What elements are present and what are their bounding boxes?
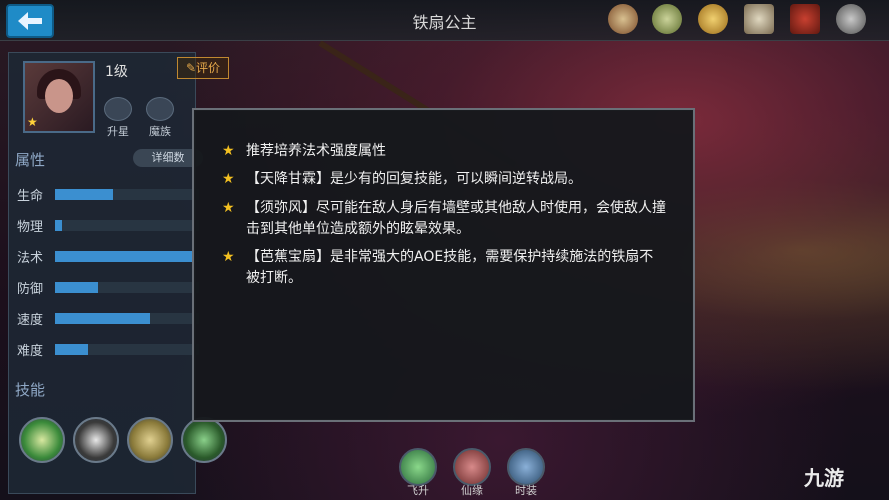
stat-track — [55, 251, 199, 262]
ascend-tab[interactable]: 飞升 — [398, 448, 438, 497]
stat-track — [55, 189, 199, 200]
edit-icon: ✎ — [185, 61, 197, 75]
star-up-icon — [104, 97, 132, 121]
hero-info-panel: ★ 1级 ✎评价 升星 魔族 属性 详细数 生命 物理 法术 防御 速度 难度 … — [8, 52, 229, 494]
fate-tab[interactable]: 仙缘 — [452, 448, 492, 497]
stat-row: 防御 — [17, 278, 199, 297]
stat-row: 速度 — [17, 309, 199, 328]
top-bar: 铁扇公主 — [0, 0, 889, 41]
stat-row: 生命 — [17, 185, 199, 204]
stat-track — [55, 282, 199, 293]
fate-label: 仙缘 — [461, 484, 483, 497]
stat-fill — [55, 282, 99, 293]
race-button[interactable]: 魔族 — [143, 97, 177, 138]
coin-icon[interactable] — [698, 4, 728, 34]
book-icon[interactable] — [790, 4, 820, 34]
tip-text: 【须弥风】尽可能在敌人身后有墙壁或其他敌人时使用，会使敌人撞击到其他单位造成额外… — [246, 200, 666, 237]
avatar-face — [45, 79, 73, 113]
stat-fill — [55, 189, 113, 200]
star-up-label: 升星 — [107, 125, 129, 138]
stat-row: 物理 — [17, 216, 199, 235]
gift-icon[interactable] — [608, 4, 638, 34]
rain-skill-icon[interactable] — [19, 417, 65, 463]
stat-label: 难度 — [17, 344, 44, 359]
stat-label: 速度 — [17, 313, 44, 328]
search-icon[interactable] — [836, 4, 866, 34]
stat-label: 生命 — [17, 189, 44, 204]
star-up-button[interactable]: 升星 — [101, 97, 135, 138]
costume-icon — [507, 448, 545, 486]
hero-tips-dialog[interactable]: ★ 推荐培养法术强度属性 ★ 【天降甘霖】是少有的回复技能，可以瞬间逆转战局。 … — [192, 108, 695, 422]
costume-label: 时装 — [515, 484, 537, 497]
wind-skill-icon[interactable] — [73, 417, 119, 463]
star-icon: ★ — [222, 249, 235, 265]
star-icon: ★ — [222, 143, 235, 159]
stat-fill — [55, 251, 192, 262]
stat-fill — [55, 344, 89, 355]
stat-track — [55, 220, 199, 231]
ascend-icon — [399, 448, 437, 486]
stat-track — [55, 344, 199, 355]
fan-skill-icon[interactable] — [127, 417, 173, 463]
stat-track — [55, 313, 199, 324]
tip-text: 【天降甘霖】是少有的回复技能，可以瞬间逆转战局。 — [246, 171, 582, 187]
costume-tab[interactable]: 时装 — [506, 448, 546, 497]
hero-avatar[interactable]: ★ — [23, 61, 95, 133]
tip-text: 【芭蕉宝扇】是非常强大的AOE技能，需要保护持续施法的铁扇不被打断。 — [246, 249, 654, 286]
star-icon: ★ — [27, 115, 38, 129]
tip-text: 推荐培养法术强度属性 — [246, 143, 386, 159]
review-label: 评价 — [196, 61, 221, 75]
demon-race-icon — [146, 97, 174, 121]
ascend-label: 飞升 — [407, 484, 429, 497]
race-label: 魔族 — [149, 125, 171, 138]
hero-level: 1级 — [105, 64, 128, 80]
stat-label: 物理 — [17, 220, 44, 235]
scroll-icon[interactable] — [652, 4, 682, 34]
fate-icon — [453, 448, 491, 486]
leaf-skill-icon[interactable] — [181, 417, 227, 463]
attributes-heading: 属性 — [15, 151, 46, 169]
stat-fill — [55, 313, 151, 324]
notice-icon[interactable] — [744, 4, 774, 34]
watermark-logo: 九游 — [804, 466, 844, 490]
skills-heading: 技能 — [15, 381, 46, 399]
stat-label: 法术 — [17, 251, 44, 266]
stat-row: 法术 — [17, 247, 199, 266]
star-icon: ★ — [222, 200, 235, 216]
stat-row: 难度 — [17, 340, 199, 359]
review-button[interactable]: ✎评价 — [177, 57, 229, 79]
star-icon: ★ — [222, 171, 235, 187]
stat-fill — [55, 220, 63, 231]
stat-label: 防御 — [17, 282, 44, 297]
